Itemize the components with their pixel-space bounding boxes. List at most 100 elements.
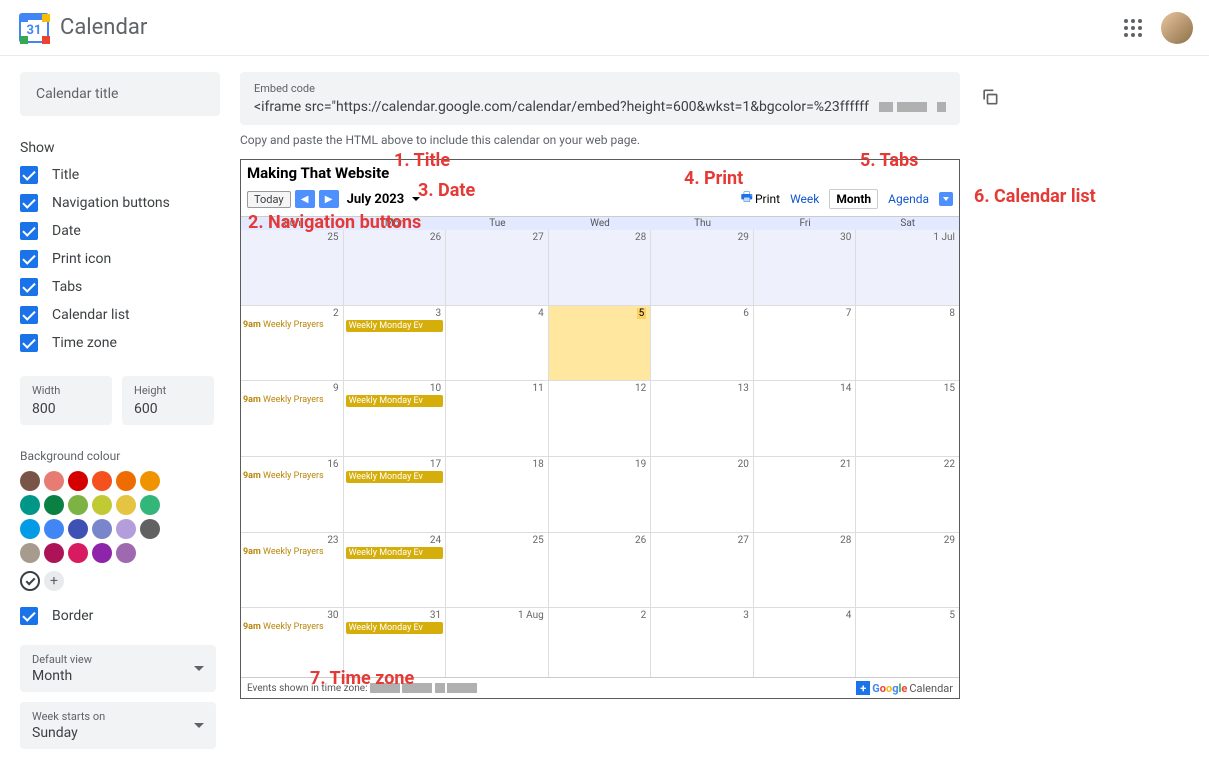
- calendar-cell[interactable]: 29: [856, 533, 959, 608]
- print-button[interactable]: 🖶 Print: [741, 188, 780, 210]
- colour-swatch[interactable]: [68, 543, 88, 563]
- colour-swatch[interactable]: [44, 471, 64, 491]
- colour-swatch[interactable]: [20, 495, 40, 515]
- calendar-event[interactable]: 9am Weekly Prayers: [243, 471, 341, 481]
- calendar-cell[interactable]: 309am Weekly Prayers: [241, 608, 344, 683]
- calendar-cell[interactable]: 2: [549, 608, 652, 683]
- next-button[interactable]: ▶: [319, 190, 339, 208]
- calendar-title-input[interactable]: Calendar title: [20, 72, 220, 116]
- calendar-cell[interactable]: 4: [754, 608, 857, 683]
- colour-swatch[interactable]: [44, 519, 64, 539]
- calendar-cell[interactable]: 31Weekly Monday Ev: [344, 608, 447, 683]
- colour-swatch[interactable]: [140, 471, 160, 491]
- calendar-cell[interactable]: 5: [549, 306, 652, 381]
- calendar-cell[interactable]: 8: [856, 306, 959, 381]
- show-option-date[interactable]: Date: [20, 222, 220, 240]
- calendar-event[interactable]: Weekly Monday Ev: [346, 547, 444, 559]
- calendar-date[interactable]: July 2023: [347, 192, 405, 207]
- calendar-cell[interactable]: 3: [651, 608, 754, 683]
- calendar-cell[interactable]: 169am Weekly Prayers: [241, 457, 344, 532]
- colour-swatch[interactable]: [92, 543, 112, 563]
- colour-swatch[interactable]: [92, 495, 112, 515]
- calendar-cell[interactable]: 17Weekly Monday Ev: [344, 457, 447, 532]
- calendar-event[interactable]: 9am Weekly Prayers: [243, 547, 341, 557]
- colour-swatch[interactable]: [44, 543, 64, 563]
- show-option-title[interactable]: Title: [20, 166, 220, 184]
- colour-swatch-add[interactable]: +: [44, 571, 64, 591]
- height-input[interactable]: Height 600: [122, 376, 214, 425]
- calendar-cell[interactable]: 22: [856, 457, 959, 532]
- calendar-event[interactable]: Weekly Monday Ev: [346, 471, 444, 483]
- default-view-dropdown[interactable]: Default view Month: [20, 645, 216, 692]
- show-option-tabs[interactable]: Tabs: [20, 278, 220, 296]
- apps-grid-icon[interactable]: [1121, 16, 1145, 40]
- calendar-cell[interactable]: 6: [651, 306, 754, 381]
- colour-swatch[interactable]: [20, 543, 40, 563]
- calendar-cell[interactable]: 30: [754, 230, 857, 305]
- calendar-cell[interactable]: 29am Weekly Prayers: [241, 306, 344, 381]
- calendar-cell[interactable]: 25: [446, 533, 549, 608]
- calendar-cell[interactable]: 4: [446, 306, 549, 381]
- calendar-cell[interactable]: 26: [549, 533, 652, 608]
- today-button[interactable]: Today: [247, 191, 291, 208]
- colour-swatch[interactable]: [116, 519, 136, 539]
- calendar-cell[interactable]: 27: [446, 230, 549, 305]
- calendar-list-dropdown[interactable]: [939, 192, 953, 206]
- calendar-cell[interactable]: 19: [549, 457, 652, 532]
- show-option-navigation-buttons[interactable]: Navigation buttons: [20, 194, 220, 212]
- colour-swatch[interactable]: [44, 495, 64, 515]
- tab-agenda[interactable]: Agenda: [882, 190, 935, 208]
- show-option-calendar-list[interactable]: Calendar list: [20, 306, 220, 324]
- calendar-cell[interactable]: 1 Jul: [856, 230, 959, 305]
- calendar-cell[interactable]: 14: [754, 381, 857, 456]
- colour-swatch[interactable]: [140, 495, 160, 515]
- calendar-event[interactable]: Weekly Monday Ev: [346, 395, 444, 407]
- colour-swatch[interactable]: [116, 471, 136, 491]
- calendar-cell[interactable]: 15: [856, 381, 959, 456]
- calendar-cell[interactable]: 5: [856, 608, 959, 683]
- embed-code-box[interactable]: Embed code <iframe src="https://calendar…: [240, 72, 960, 125]
- calendar-cell[interactable]: 18: [446, 457, 549, 532]
- colour-swatch[interactable]: [140, 519, 160, 539]
- calendar-cell[interactable]: 24Weekly Monday Ev: [344, 533, 447, 608]
- calendar-event[interactable]: 9am Weekly Prayers: [243, 395, 341, 405]
- border-checkbox-row[interactable]: Border: [20, 607, 220, 625]
- calendar-cell[interactable]: 10Weekly Monday Ev: [344, 381, 447, 456]
- google-calendar-badge[interactable]: + Google Calendar: [856, 681, 953, 695]
- prev-button[interactable]: ◀: [295, 190, 315, 208]
- width-input[interactable]: Width 800: [20, 376, 112, 425]
- copy-icon[interactable]: [980, 87, 1000, 111]
- avatar[interactable]: [1161, 12, 1193, 44]
- calendar-cell[interactable]: 7: [754, 306, 857, 381]
- calendar-event[interactable]: 9am Weekly Prayers: [243, 320, 341, 330]
- calendar-cell[interactable]: 12: [549, 381, 652, 456]
- calendar-cell[interactable]: 13: [651, 381, 754, 456]
- calendar-cell[interactable]: 1 Aug: [446, 608, 549, 683]
- calendar-cell[interactable]: 11: [446, 381, 549, 456]
- calendar-cell[interactable]: 26: [344, 230, 447, 305]
- calendar-cell[interactable]: 28: [549, 230, 652, 305]
- calendar-cell[interactable]: 20: [651, 457, 754, 532]
- colour-swatch[interactable]: [68, 471, 88, 491]
- colour-swatch[interactable]: [116, 495, 136, 515]
- colour-swatch[interactable]: [68, 519, 88, 539]
- calendar-cell[interactable]: 28: [754, 533, 857, 608]
- calendar-cell[interactable]: 25: [241, 230, 344, 305]
- calendar-cell[interactable]: 3Weekly Monday Ev: [344, 306, 447, 381]
- colour-swatch[interactable]: [92, 471, 112, 491]
- show-option-print-icon[interactable]: Print icon: [20, 250, 220, 268]
- colour-swatch[interactable]: [116, 543, 136, 563]
- calendar-cell[interactable]: 27: [651, 533, 754, 608]
- calendar-cell[interactable]: 99am Weekly Prayers: [241, 381, 344, 456]
- calendar-cell[interactable]: 239am Weekly Prayers: [241, 533, 344, 608]
- calendar-event[interactable]: Weekly Monday Ev: [346, 320, 444, 332]
- calendar-cell[interactable]: 21: [754, 457, 857, 532]
- calendar-cell[interactable]: 29: [651, 230, 754, 305]
- calendar-event[interactable]: 9am Weekly Prayers: [243, 622, 341, 632]
- tab-month[interactable]: Month: [829, 189, 878, 209]
- calendar-event[interactable]: Weekly Monday Ev: [346, 622, 444, 634]
- colour-swatch[interactable]: [92, 519, 112, 539]
- tab-week[interactable]: Week: [784, 190, 825, 208]
- colour-swatch[interactable]: [68, 495, 88, 515]
- colour-swatch-selected[interactable]: [20, 571, 40, 591]
